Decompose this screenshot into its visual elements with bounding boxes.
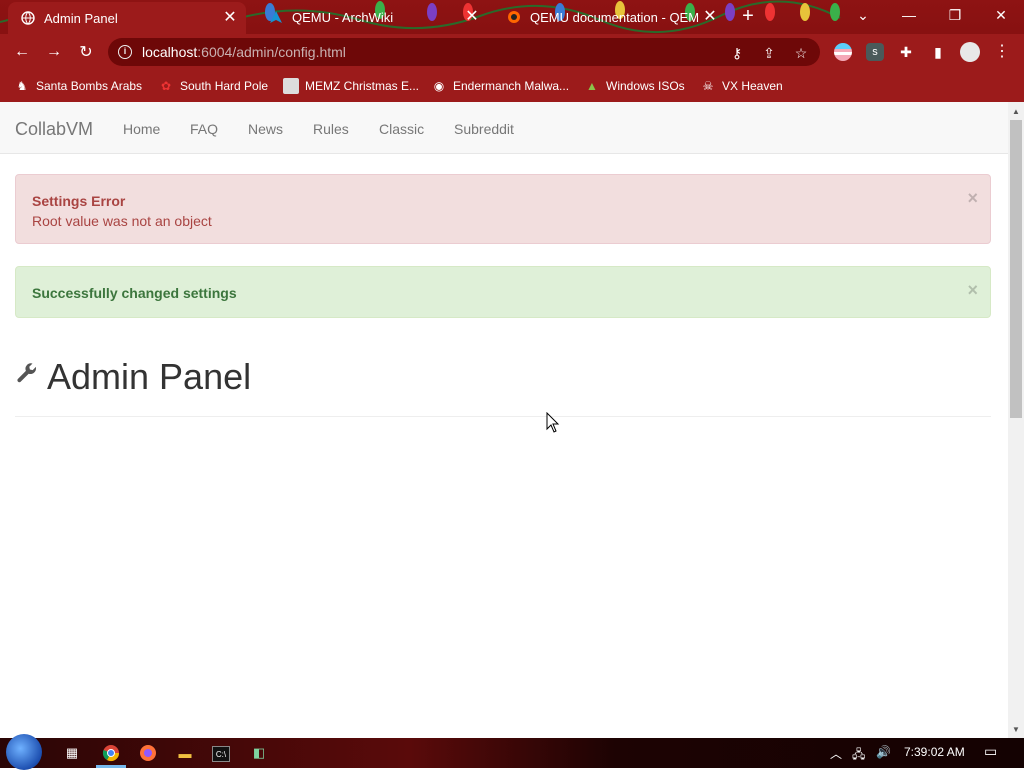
command-prompt-icon[interactable]: C:\ (212, 746, 230, 762)
page-title: Admin Panel (47, 356, 252, 397)
site-navbar: CollabVM Home FAQ News Rules Classic Sub… (0, 102, 1008, 154)
tab-title: Admin Panel (44, 10, 118, 26)
nav-link-home[interactable]: Home (123, 121, 160, 137)
skull-icon: ☠ (702, 79, 714, 93)
tab-qemu-archwiki[interactable]: QEMU - ArchWiki ✕ (256, 0, 488, 34)
minimize-icon[interactable]: — (886, 0, 932, 30)
scroll-down-arrow-icon[interactable]: ▼ (1008, 722, 1024, 738)
close-tab-icon[interactable]: ✕ (220, 10, 240, 26)
address-bar[interactable]: i localhost:6004/admin/config.html ⚷ ⇪ ☆ (108, 38, 820, 66)
bookmark-label: Santa Bombs Arabs (36, 79, 143, 93)
bookmark-star-icon[interactable]: ☆ (792, 44, 810, 62)
bookmark-windows-isos[interactable]: ▲ Windows ISOs (584, 76, 685, 96)
address-url[interactable]: localhost:6004/admin/config.html (142, 44, 346, 60)
nav-link-rules[interactable]: Rules (313, 121, 349, 137)
browser-menu-icon[interactable]: ⋮ (994, 42, 1010, 62)
bookmark-label: Endermanch Malwa... (453, 79, 570, 93)
taskbar-clock[interactable]: 7:39:02 AM (904, 745, 965, 759)
site-brand[interactable]: CollabVM (15, 119, 93, 140)
extension-flag-icon[interactable] (834, 43, 852, 61)
bookmark-label: Windows ISOs (606, 79, 685, 93)
chrome-taskbar-icon[interactable] (101, 743, 121, 763)
extensions-puzzle-icon[interactable]: ✚ (897, 43, 915, 61)
close-window-icon[interactable]: ✕ (978, 0, 1024, 30)
tab-qemu-documentation[interactable]: QEMU documentation - QEMU ✕ (494, 0, 726, 34)
scrollbar-thumb[interactable] (1010, 120, 1022, 418)
url-path: :6004/admin/config.html (197, 44, 346, 60)
firefox-taskbar-icon[interactable] (138, 743, 158, 763)
bookmark-endermanch-malware[interactable]: ◉ Endermanch Malwa... (431, 76, 569, 96)
show-hidden-icons-chevron-icon[interactable]: ︿ (830, 745, 842, 762)
globe-icon (20, 10, 36, 26)
tab-title: QEMU - ArchWiki (292, 9, 394, 25)
tab-search-chevron-icon[interactable]: ⌄ (840, 0, 886, 30)
bookmark-label: MEMZ Christmas E... (305, 79, 420, 93)
extension-s-icon[interactable]: s (866, 43, 884, 61)
bookmark-memz-christmas[interactable]: MEMZ Christmas E... (283, 76, 419, 96)
profile-avatar-icon[interactable] (960, 42, 980, 62)
close-icon[interactable]: × (967, 281, 978, 299)
settings-error-alert: Settings Error Root value was not an obj… (15, 174, 991, 244)
error-message: Root value was not an object (32, 213, 212, 229)
bookmark-label: South Hard Pole (180, 79, 269, 93)
page-content: CollabVM Home FAQ News Rules Classic Sub… (0, 102, 1008, 738)
tab-strip: Admin Panel ✕ QEMU - ArchWiki ✕ QEMU doc… (0, 0, 1024, 34)
nav-link-faq[interactable]: FAQ (190, 121, 218, 137)
mouse-cursor-icon (546, 412, 560, 433)
bookmark-santa-bombs-arabs[interactable]: ♞ Santa Bombs Arabs (14, 76, 142, 96)
tab-title: QEMU documentation - QEMU (530, 9, 700, 25)
close-tab-icon[interactable]: ✕ (700, 9, 720, 25)
bookmark-south-hard-pole[interactable]: ✿ South Hard Pole (158, 76, 268, 96)
forward-arrow-icon[interactable]: → (42, 40, 66, 64)
success-alert: Successfully changed settings × (15, 266, 991, 318)
raccoon-icon: ◉ (433, 79, 445, 93)
heading-divider (15, 416, 991, 417)
close-tab-icon[interactable]: ✕ (462, 9, 482, 25)
tree-icon: ▲ (586, 79, 598, 93)
nav-link-subreddit[interactable]: Subreddit (454, 121, 514, 137)
browser-toolbar: ← → ↻ i localhost:6004/admin/config.html… (0, 34, 1024, 70)
close-icon[interactable]: × (967, 189, 978, 207)
archlinux-icon (268, 9, 284, 25)
wrench-icon (15, 362, 39, 392)
raspberry-icon: ✿ (160, 79, 172, 93)
scroll-up-arrow-icon[interactable]: ▲ (1008, 104, 1024, 120)
network-icon[interactable]: 🖧 (852, 745, 865, 766)
windows-taskbar: ▦ ▬ C:\ ◧ ︿ 🖧 🔊 7:39:02 AM ▭ (0, 734, 1024, 770)
qemu-icon (506, 9, 522, 25)
url-host: localhost (142, 44, 198, 60)
nav-link-classic[interactable]: Classic (379, 121, 424, 137)
new-tab-plus-icon[interactable]: + (738, 6, 758, 26)
restore-icon[interactable]: ❐ (932, 0, 978, 30)
tab-admin-panel[interactable]: Admin Panel ✕ (8, 2, 246, 34)
file-explorer-folder-icon[interactable]: ▬ (175, 743, 195, 763)
app-green-icon[interactable]: ◧ (249, 743, 269, 763)
bookmark-vx-heaven[interactable]: ☠ VX Heaven (700, 76, 783, 96)
browser-chrome: Admin Panel ✕ QEMU - ArchWiki ✕ QEMU doc… (0, 0, 1024, 102)
task-view-icon[interactable]: ▦ (62, 743, 82, 763)
figure-icon: ♞ (16, 79, 28, 93)
image-icon (283, 78, 299, 94)
page-heading: Admin Panel (15, 357, 251, 397)
error-title: Settings Error (32, 193, 126, 209)
share-icon[interactable]: ⇪ (760, 44, 778, 62)
start-button-windows-icon[interactable] (6, 734, 42, 770)
volume-icon[interactable]: 🔊 (876, 745, 891, 759)
success-message: Successfully changed settings (32, 285, 237, 301)
action-center-notification-icon[interactable]: ▭ (984, 743, 997, 760)
reload-icon[interactable]: ↻ (74, 40, 98, 64)
site-info-icon[interactable]: i (118, 45, 132, 59)
key-icon[interactable]: ⚷ (728, 44, 746, 62)
side-panel-icon[interactable]: ▮ (929, 43, 947, 61)
bookmarks-bar: ♞ Santa Bombs Arabs ✿ South Hard Pole ME… (0, 70, 1024, 102)
back-arrow-icon[interactable]: ← (10, 40, 34, 64)
bookmark-label: VX Heaven (722, 79, 783, 93)
nav-link-news[interactable]: News (248, 121, 283, 137)
